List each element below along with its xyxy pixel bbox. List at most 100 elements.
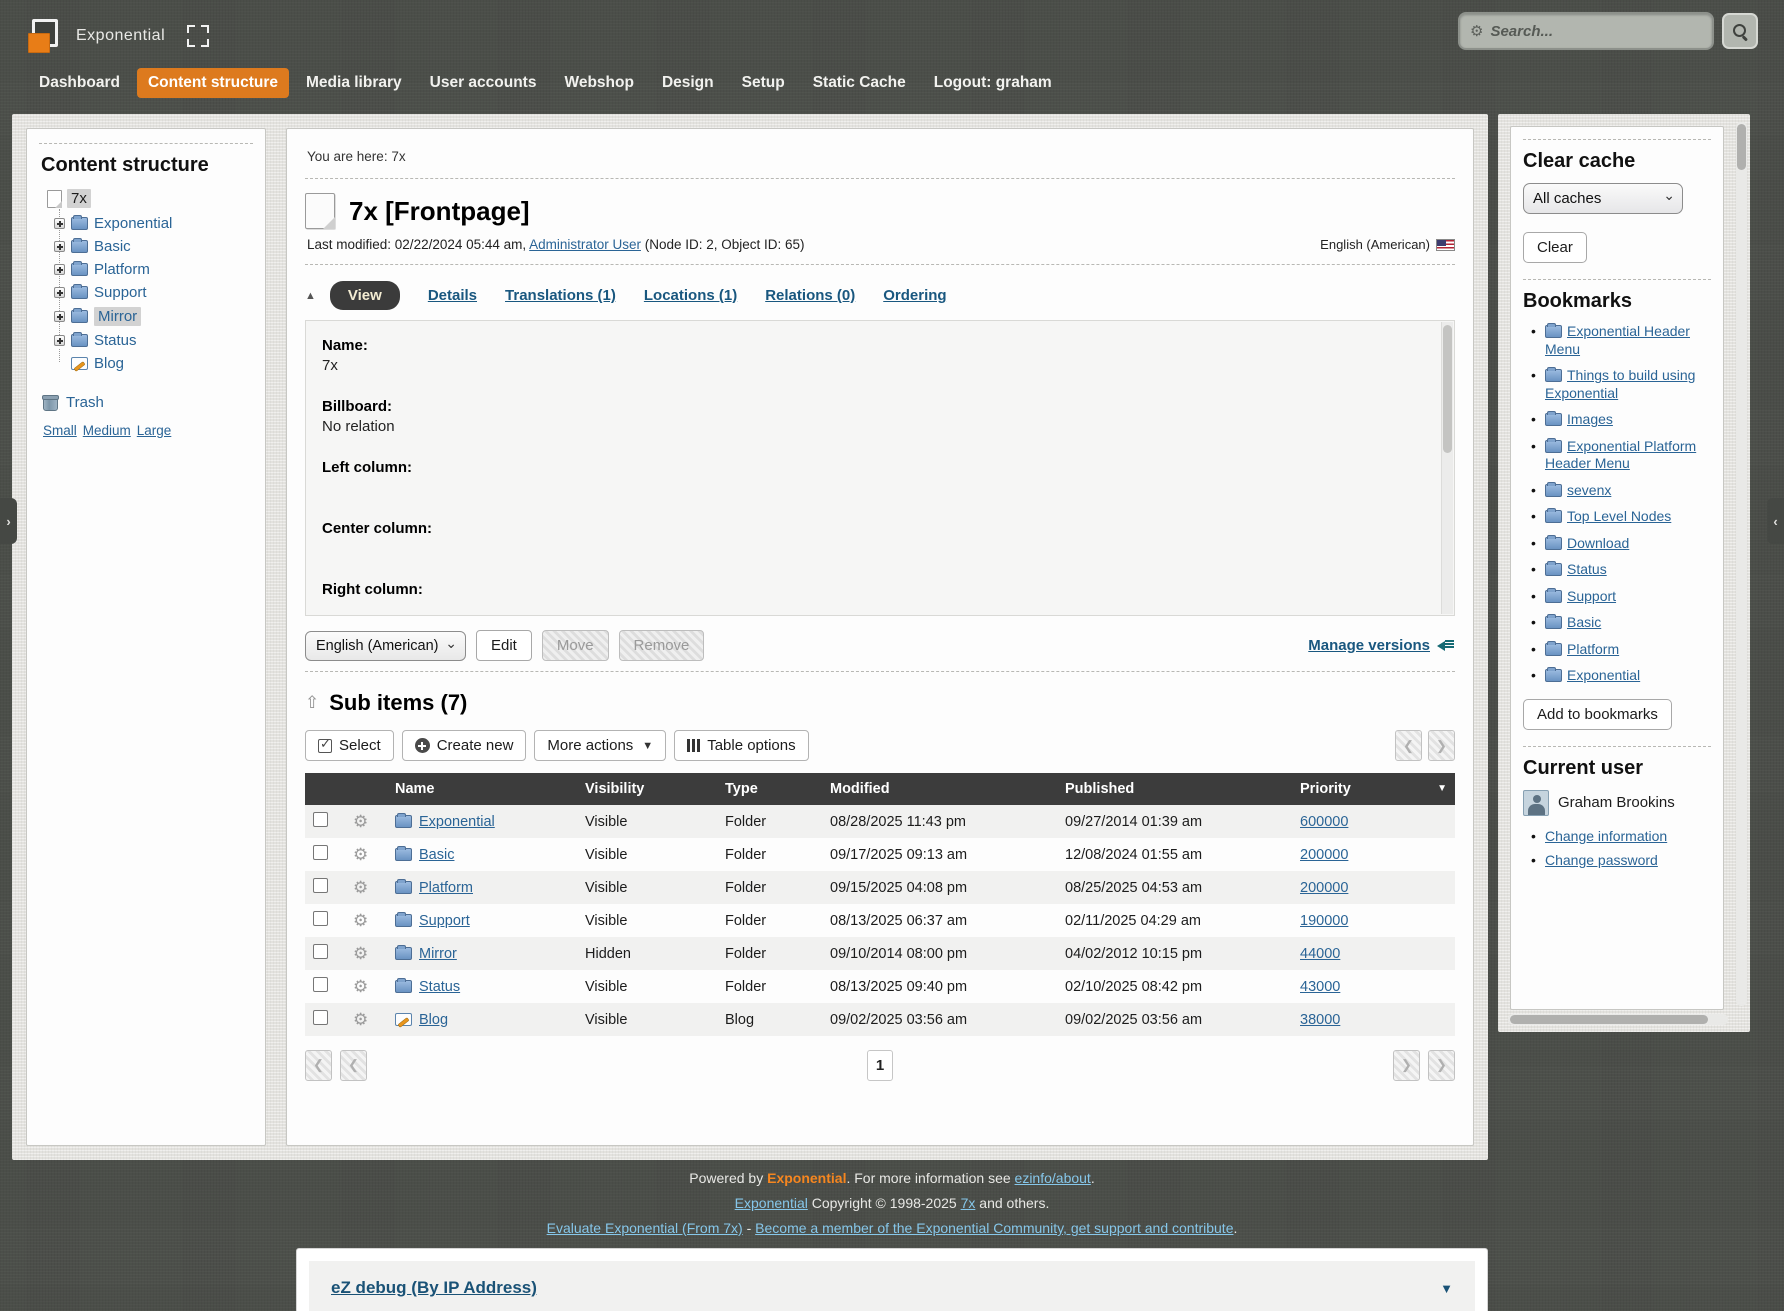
create-new-button[interactable]: Create new — [402, 730, 527, 761]
edit-button[interactable]: Edit — [476, 630, 532, 661]
row-checkbox[interactable] — [313, 845, 328, 860]
tree-node-label[interactable]: Platform — [94, 261, 150, 278]
right-panel-vscrollbar[interactable] — [1736, 122, 1747, 1006]
sort-desc-icon[interactable]: ▼ — [1437, 783, 1447, 794]
bookmark-link[interactable]: Support — [1567, 588, 1616, 604]
row-checkbox[interactable] — [313, 911, 328, 926]
scrollbar-thumb[interactable] — [1510, 1015, 1708, 1024]
col-header-priority[interactable]: Priority▼ — [1292, 773, 1455, 805]
nav-item[interactable]: Content structure — [137, 68, 289, 98]
tree-node[interactable]: Basic — [54, 238, 253, 255]
tab-link[interactable]: Locations (1) — [644, 287, 737, 304]
tree-node-label[interactable]: Mirror — [94, 307, 141, 326]
tree-node[interactable]: Platform — [54, 261, 253, 278]
expand-plus-icon[interactable] — [54, 335, 65, 346]
nav-item[interactable]: Logout: graham — [923, 68, 1063, 98]
tree-node[interactable]: Exponential — [54, 215, 253, 232]
tree-node-label[interactable]: Basic — [94, 238, 131, 255]
row-gear-icon[interactable]: ⚙ — [353, 812, 368, 831]
tree-node-label[interactable]: Support — [94, 284, 147, 301]
row-priority-link[interactable]: 190000 — [1300, 913, 1348, 929]
search-button[interactable] — [1722, 13, 1758, 49]
evaluate-link[interactable]: Evaluate Exponential (From 7x) — [547, 1220, 743, 1236]
row-gear-icon[interactable]: ⚙ — [353, 845, 368, 864]
row-checkbox[interactable] — [313, 1010, 328, 1025]
tree-node[interactable]: Support — [54, 284, 253, 301]
fullscreen-icon[interactable] — [187, 25, 209, 47]
us-flag-icon[interactable] — [1436, 239, 1455, 251]
nav-item[interactable]: Setup — [731, 68, 796, 98]
nav-item[interactable]: Static Cache — [802, 68, 917, 98]
sevenx-link[interactable]: 7x — [961, 1195, 976, 1211]
row-name-link[interactable]: Status — [419, 979, 460, 995]
tab-link[interactable]: Details — [428, 287, 477, 304]
row-name-link[interactable]: Exponential — [419, 814, 495, 830]
nav-item[interactable]: Dashboard — [28, 68, 131, 98]
add-to-bookmarks-button[interactable]: Add to bookmarks — [1523, 699, 1672, 730]
ezinfo-about-link[interactable]: ezinfo/about — [1015, 1170, 1091, 1186]
row-priority-link[interactable]: 38000 — [1300, 1012, 1340, 1028]
row-priority-link[interactable]: 44000 — [1300, 946, 1340, 962]
tree-node[interactable]: Status — [54, 332, 253, 349]
debug-toggle-icon[interactable]: ▼ — [1440, 1281, 1453, 1296]
manage-versions-link[interactable]: Manage versions — [1308, 637, 1430, 654]
attributes-scrollbar[interactable] — [1441, 322, 1453, 614]
tree-node-label[interactable]: Status — [94, 332, 137, 349]
expand-plus-icon[interactable] — [54, 264, 65, 275]
bookmark-link[interactable]: Things to build using Exponential — [1545, 367, 1695, 401]
row-priority-link[interactable]: 600000 — [1300, 814, 1348, 830]
row-name-link[interactable]: Blog — [419, 1012, 448, 1028]
left-panel-toggle[interactable]: › — [0, 498, 17, 544]
row-name-link[interactable]: Support — [419, 913, 470, 929]
row-priority-link[interactable]: 43000 — [1300, 979, 1340, 995]
go-up-icon[interactable]: ⇧ — [305, 693, 319, 713]
modifier-user-link[interactable]: Administrator User — [529, 237, 641, 252]
bookmark-link[interactable]: Images — [1567, 411, 1613, 427]
col-header-published[interactable]: Published — [1057, 773, 1292, 805]
search-input[interactable] — [1490, 23, 1702, 40]
tree-node-label[interactable]: Exponential — [94, 215, 172, 232]
tab-link[interactable]: Ordering — [883, 287, 946, 304]
bookmark-link[interactable]: Platform — [1567, 641, 1619, 657]
tab-view[interactable]: View — [330, 281, 400, 310]
row-gear-icon[interactable]: ⚙ — [353, 878, 368, 897]
user-action-link[interactable]: Change information — [1545, 828, 1667, 844]
bookmark-link[interactable]: Top Level Nodes — [1567, 508, 1671, 524]
expand-plus-icon[interactable] — [54, 218, 65, 229]
community-link[interactable]: Become a member of the Exponential Commu… — [755, 1220, 1233, 1236]
tab-link[interactable]: Translations (1) — [505, 287, 616, 304]
trash-item[interactable]: Trash — [43, 394, 253, 411]
expand-plus-icon[interactable] — [54, 311, 65, 322]
row-name-link[interactable]: Mirror — [419, 946, 457, 962]
cache-type-select[interactable]: All caches — [1523, 183, 1683, 214]
user-action-link[interactable]: Change password — [1545, 852, 1658, 868]
bookmark-link[interactable]: Download — [1567, 535, 1629, 551]
nav-item[interactable]: Webshop — [553, 68, 644, 98]
exponential-link[interactable]: Exponential — [735, 1195, 808, 1211]
right-panel-toggle[interactable]: ‹ — [1767, 498, 1784, 544]
row-gear-icon[interactable]: ⚙ — [353, 977, 368, 996]
col-header-modified[interactable]: Modified — [822, 773, 1057, 805]
clear-cache-button[interactable]: Clear — [1523, 232, 1587, 263]
trash-label[interactable]: Trash — [66, 394, 104, 411]
row-gear-icon[interactable]: ⚙ — [353, 1010, 368, 1029]
more-actions-button[interactable]: More actions▼ — [534, 730, 666, 761]
bookmark-link[interactable]: Status — [1567, 561, 1607, 577]
row-checkbox[interactable] — [313, 977, 328, 992]
row-priority-link[interactable]: 200000 — [1300, 880, 1348, 896]
bookmark-link[interactable]: Exponential — [1567, 667, 1640, 683]
tree-size-option[interactable]: Medium — [83, 423, 131, 438]
col-header-name[interactable]: Name — [387, 773, 577, 805]
tree-node-label[interactable]: Blog — [94, 355, 124, 372]
bookmark-link[interactable]: Basic — [1567, 614, 1601, 630]
tree-size-option[interactable]: Large — [137, 423, 172, 438]
tree-root-node[interactable]: 7x — [47, 189, 253, 208]
row-checkbox[interactable] — [313, 812, 328, 827]
search-box[interactable]: ⚙ — [1458, 12, 1714, 50]
tab-link[interactable]: Relations (0) — [765, 287, 855, 304]
nav-item[interactable]: Design — [651, 68, 725, 98]
edit-language-select[interactable]: English (American) — [305, 631, 466, 661]
col-header-visibility[interactable]: Visibility — [577, 773, 717, 805]
row-checkbox[interactable] — [313, 878, 328, 893]
row-name-link[interactable]: Platform — [419, 880, 473, 896]
